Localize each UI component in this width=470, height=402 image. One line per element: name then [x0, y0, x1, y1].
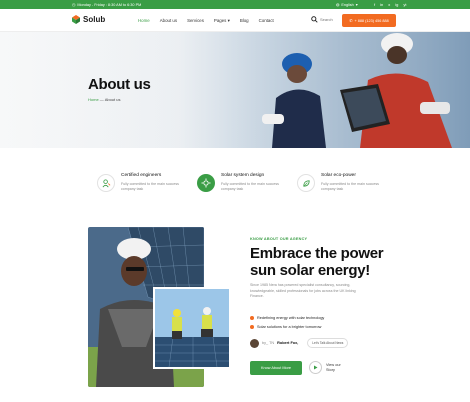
feature-desc: Fully committed to the main success comp…	[121, 182, 179, 191]
breadcrumb: Home — About us	[88, 97, 120, 102]
search-label: Search	[320, 17, 333, 22]
language-selector[interactable]: ◍ English ▾	[336, 2, 358, 8]
feature-solar-system-design: Solar system design Fully committed to t…	[197, 166, 307, 206]
breadcrumb-separator: —	[99, 97, 104, 102]
check-item: Solar solutions for a brighter tomorrow	[250, 322, 324, 331]
workers-on-panels-photo	[155, 289, 229, 367]
chevron-down-icon: ▾	[355, 3, 358, 7]
globe-icon: ◍	[336, 3, 340, 7]
linkedin-icon[interactable]: in	[380, 2, 383, 7]
nav-pages[interactable]: Pages ▾	[214, 18, 230, 24]
engineer-icon	[97, 174, 115, 192]
nav-services[interactable]: Services	[187, 18, 204, 24]
feature-desc: Fully committed to the main success comp…	[221, 182, 279, 191]
main-nav: Home About us Services Pages ▾ Blog Cont…	[138, 18, 274, 24]
bullet-icon	[250, 324, 254, 329]
hero-photo-engineers	[0, 32, 470, 148]
feature-title: Solar system design	[221, 173, 265, 178]
logo-text: Solub	[83, 15, 106, 24]
top-bar: ◷ Monday - Friday : 8:30 AM to 6:30 PM ◍…	[0, 0, 470, 9]
search-icon	[311, 16, 318, 23]
call-button[interactable]: ✆ + 888 (123) 456 888	[342, 14, 396, 27]
nav-blog[interactable]: Blog	[240, 18, 249, 24]
clock-icon: ◷	[72, 3, 76, 7]
nav-about[interactable]: About us	[160, 18, 177, 24]
twitter-icon[interactable]: x	[388, 2, 390, 7]
leaf-icon	[297, 174, 315, 192]
feature-title: Certified engineers	[121, 173, 162, 178]
avatar	[250, 338, 259, 348]
page-hero: About us Home — About us	[0, 32, 470, 148]
social-links: f in x ig yt	[374, 2, 407, 7]
feature-desc: Fully committed to the main success comp…	[321, 182, 379, 191]
phone-icon: ✆	[349, 19, 353, 23]
logo-icon	[72, 15, 80, 24]
feature-title: Solar eco-power	[321, 173, 356, 178]
section-headline: Embrace the power sun solar energy!	[250, 245, 384, 279]
instagram-icon[interactable]: ig	[395, 2, 398, 7]
features-row: Certified engineers Fully committed to t…	[0, 166, 470, 206]
search-button[interactable]: Search	[311, 16, 333, 23]
solar-gear-icon	[197, 174, 215, 192]
about-inset-photo	[153, 287, 231, 369]
play-icon	[314, 365, 318, 370]
facebook-icon[interactable]: f	[374, 2, 375, 7]
know-more-button[interactable]: Know About More	[250, 361, 302, 375]
check-item: Redefining energy with solar technology	[250, 313, 324, 322]
check-list: Redefining energy with solar technology …	[250, 313, 324, 331]
breadcrumb-current: About us	[104, 97, 121, 102]
youtube-icon[interactable]: yt	[403, 2, 406, 7]
author-by: by_ TN	[262, 341, 275, 345]
page-title: About us	[88, 76, 151, 93]
section-paragraph: Since 1985 Nera has powered specialist c…	[250, 283, 356, 298]
feature-certified-engineers: Certified engineers Fully committed to t…	[97, 166, 207, 206]
breadcrumb-home[interactable]: Home	[88, 97, 99, 102]
logo[interactable]: Solub	[72, 15, 105, 24]
site-header: Solub Home About us Services Pages ▾ Blo…	[0, 9, 470, 32]
nav-pages-label: Pages	[213, 18, 227, 23]
nav-contact[interactable]: Contact	[259, 18, 274, 24]
view-story-link[interactable]: View our Story	[326, 363, 348, 373]
business-hours: ◷ Monday - Friday : 8:30 AM to 6:30 PM	[72, 2, 142, 8]
play-button[interactable]	[309, 361, 322, 374]
author-name: Robert Fox,	[277, 341, 299, 345]
section-eyebrow: KNOW ABOUT OUR AGENCY	[250, 237, 308, 241]
author-row: by_ TN Robert Fox, Let's Talk About News	[250, 338, 349, 348]
call-label: + 888 (123) 456 888	[354, 18, 389, 23]
check-text: Redefining energy with solar technology	[257, 315, 325, 320]
chevron-down-icon: ▾	[227, 18, 230, 23]
bullet-icon	[250, 315, 254, 320]
nav-home[interactable]: Home	[138, 18, 150, 24]
check-text: Solar solutions for a brighter tomorrow	[257, 324, 322, 329]
feature-solar-eco-power: Solar eco-power Fully committed to the m…	[297, 166, 407, 206]
author-chip[interactable]: Let's Talk About News	[307, 338, 349, 348]
